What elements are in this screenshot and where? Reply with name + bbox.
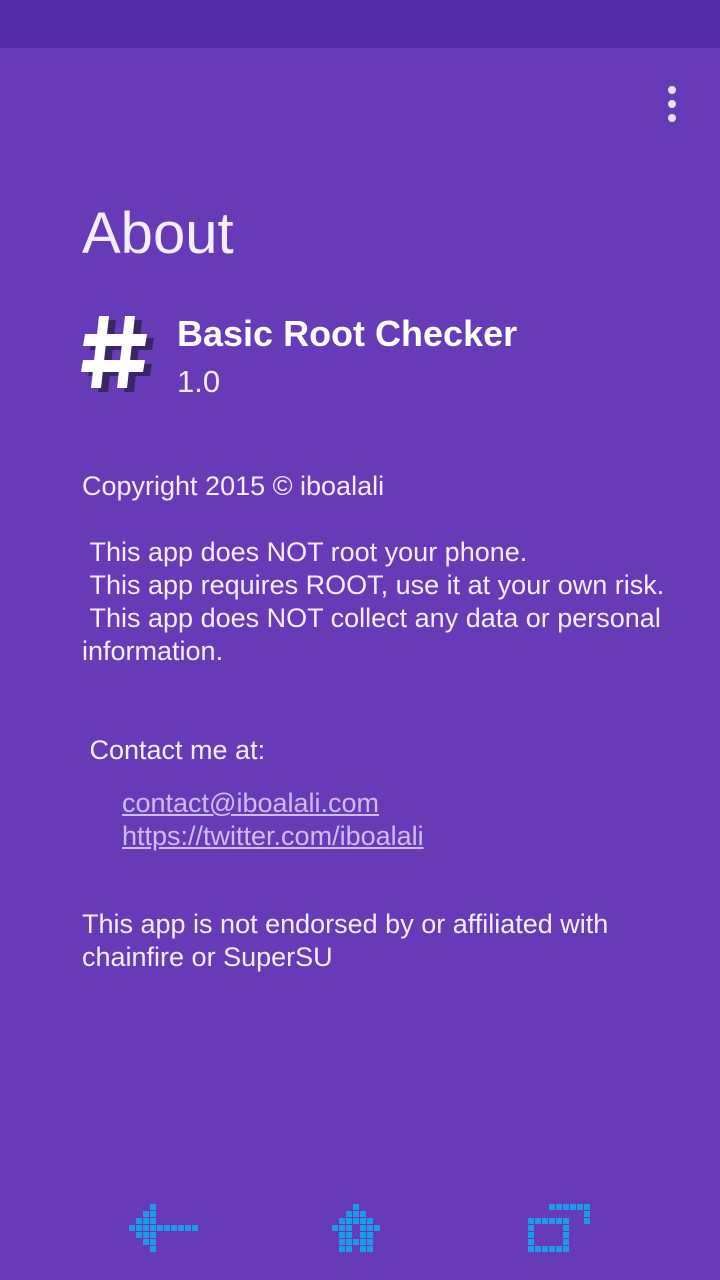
app-name: Basic Root Checker (177, 313, 518, 354)
page-title: About (82, 201, 234, 266)
menu-dot (668, 114, 676, 122)
back-icon[interactable] (124, 1200, 204, 1260)
twitter-link[interactable]: https://twitter.com/iboalali (122, 820, 424, 853)
home-icon[interactable] (320, 1200, 400, 1260)
hash-icon (80, 310, 156, 396)
menu-dot (668, 86, 676, 94)
email-link[interactable]: contact@iboalali.com (122, 787, 424, 820)
navigation-bar (0, 1184, 720, 1280)
contact-links: contact@iboalali.com https://twitter.com… (122, 787, 424, 853)
disclaimer-block: This app does NOT root your phone. This … (82, 536, 692, 668)
contact-heading: Contact me at: (82, 735, 266, 765)
disclaimer-line: This app does NOT root your phone. (82, 537, 528, 567)
recents-icon[interactable] (522, 1200, 602, 1260)
copyright-text: Copyright 2015 © iboalali (82, 471, 385, 501)
status-bar (0, 0, 720, 48)
overflow-menu-icon[interactable] (648, 80, 696, 128)
app-version: 1.0 (177, 364, 221, 399)
menu-dot (668, 100, 676, 108)
disclaimer-line: This app does NOT collect any data or pe… (82, 603, 669, 666)
endorsement-text: This app is not endorsed by or affiliate… (82, 909, 609, 972)
disclaimer-line: This app requires ROOT, use it at your o… (82, 570, 665, 600)
